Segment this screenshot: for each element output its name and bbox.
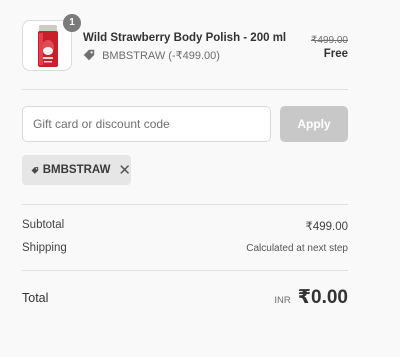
currency-code: INR — [274, 295, 291, 306]
shipping-label: Shipping — [22, 242, 67, 254]
line-item-discount-text: BMBSTRAW (-₹499.00) — [102, 50, 220, 62]
tag-icon — [31, 166, 39, 174]
product-thumbnail: 1 — [22, 14, 81, 71]
apply-button[interactable]: Apply — [280, 106, 348, 142]
applied-discount-code: BMBSTRAW — [42, 164, 111, 176]
order-line-item: 1 Wild Strawberry Body Polish - 200 ml B… — [22, 14, 348, 72]
price-column: ₹499.00 Free — [311, 35, 348, 60]
divider — [22, 89, 348, 90]
product-name: Wild Strawberry Body Polish - 200 ml — [83, 32, 287, 44]
final-price: Free — [323, 48, 348, 60]
shipping-value: Calculated at next step — [246, 243, 348, 254]
tag-icon — [83, 49, 95, 61]
subtotal-value: ₹499.00 — [305, 221, 349, 233]
original-price: ₹499.00 — [311, 35, 348, 46]
remove-discount-icon[interactable]: ✕ — [118, 163, 131, 178]
divider — [22, 270, 348, 271]
quantity-badge: 1 — [63, 14, 81, 32]
total-amount: INR ₹0.00 — [274, 286, 348, 309]
applied-discount-chip: BMBSTRAW ✕ — [22, 155, 131, 185]
divider — [22, 204, 348, 205]
subtotal-label: Subtotal — [22, 219, 65, 231]
total-value: ₹0.00 — [297, 287, 348, 308]
total-label: Total — [22, 291, 49, 305]
line-item-discount: BMBSTRAW (-₹499.00) — [83, 49, 220, 63]
discount-code-input[interactable] — [22, 106, 271, 142]
